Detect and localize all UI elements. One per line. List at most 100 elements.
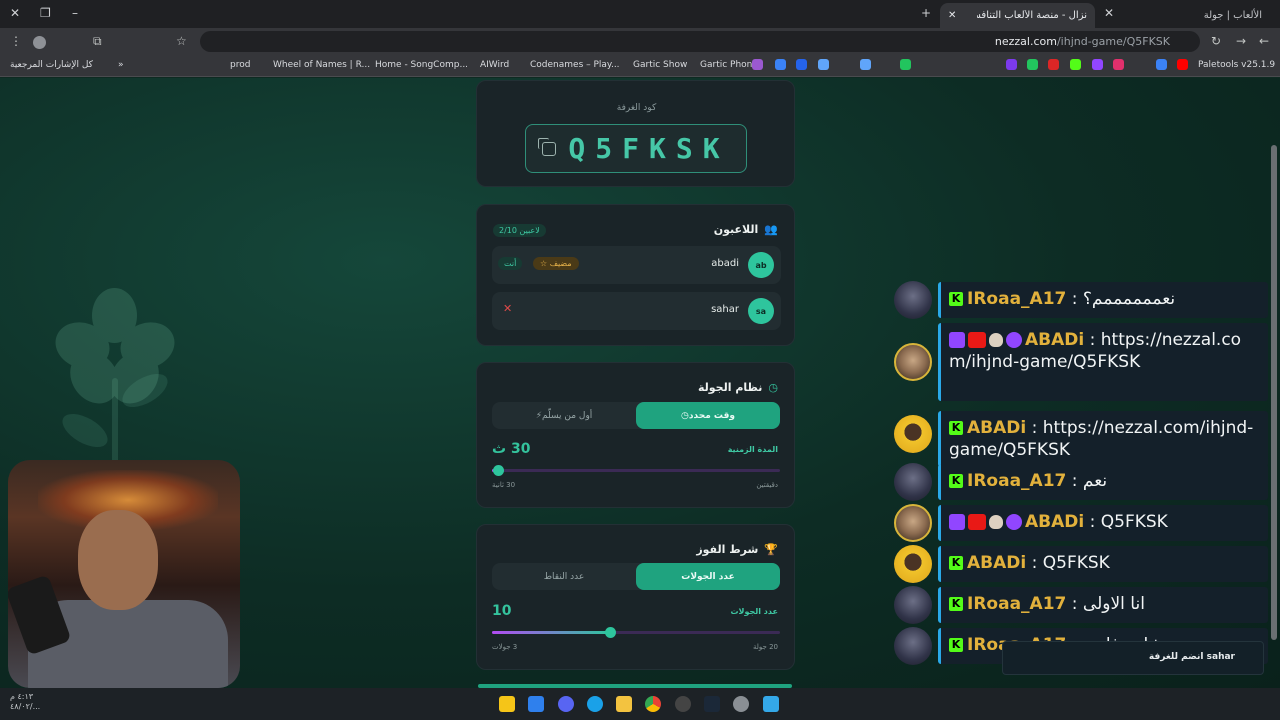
room-code-card: كود الغرفة Q5FKSK xyxy=(476,80,795,187)
duration-value: 30 ث xyxy=(492,441,531,457)
chat-avatar xyxy=(894,281,932,319)
slider-thumb[interactable] xyxy=(492,465,504,476)
settings-icon[interactable] xyxy=(733,696,749,712)
kick-icon: K xyxy=(949,292,963,306)
new-tab-icon[interactable]: + xyxy=(921,6,931,20)
bookmark-icon[interactable] xyxy=(1048,59,1059,70)
chat-bubble: K IRoaa_A17 : انا الاولى xyxy=(938,587,1268,623)
tab-bar: ✕ ❐ – + ✕ نزال - منصة الألعاب التنافسية … xyxy=(0,0,1280,28)
copy-icon[interactable] xyxy=(538,137,557,156)
tab-nezzal[interactable]: ✕ نزال - منصة الألعاب التنافسية الع xyxy=(940,3,1095,28)
bookmark-icon[interactable] xyxy=(818,59,829,70)
youtube-bookmark-icon[interactable] xyxy=(1177,59,1188,70)
rounds-min: 3 جولات xyxy=(492,643,518,651)
bookmark-gartic-phone[interactable]: Gartic Phone xyxy=(700,60,758,70)
bookmark-wheel-of-names[interactable]: Wheel of Names | R... xyxy=(273,60,370,70)
chat-avatar xyxy=(894,415,932,453)
twitch-icon xyxy=(949,514,965,530)
kick-icon: K xyxy=(949,556,963,570)
kick-player-button[interactable]: ✕ xyxy=(503,302,512,315)
chat-avatar xyxy=(894,586,932,624)
clock: ٤:١٣ م ٤٨/٠٢/... xyxy=(10,692,41,711)
room-code-box[interactable]: Q5FKSK xyxy=(525,124,747,173)
join-notification-text: sahar انضم للغرفة xyxy=(1148,652,1235,662)
bookmark-icon[interactable] xyxy=(860,59,871,70)
bookmark-icon[interactable] xyxy=(900,59,911,70)
twitch-bookmark-icon[interactable] xyxy=(1092,59,1103,70)
back-icon[interactable]: ← xyxy=(1259,34,1269,48)
bookmark-icon[interactable] xyxy=(1006,59,1017,70)
win-mode-toggle: عدد الجولات عدد النقاط xyxy=(492,563,780,590)
duration-slider[interactable] xyxy=(492,465,780,476)
bookmark-star-icon[interactable]: ☆ xyxy=(176,34,187,48)
bookmark-gartic-show[interactable]: Gartic Show xyxy=(633,60,687,70)
folder-icon[interactable] xyxy=(616,696,632,712)
chat-username: ABADi xyxy=(967,553,1027,573)
bookmark-icon[interactable] xyxy=(752,59,763,70)
page-scrollbar[interactable] xyxy=(1271,145,1277,640)
restore-window-icon[interactable]: ❐ xyxy=(40,6,51,20)
kick-bookmark-icon[interactable] xyxy=(1070,59,1081,70)
chat-message: ABADi : https://nezzal.com/ihjnd-game/Q5… xyxy=(890,323,1270,401)
players-card: 👥 اللاعبون 2/10 لاعبين ab abadi ☆ مضيف أ… xyxy=(476,204,795,346)
chat-text: Q5FKSK xyxy=(1100,512,1168,532)
chat-avatar xyxy=(894,463,932,501)
room-code: Q5FKSK xyxy=(568,132,730,165)
reload-icon[interactable]: ↻ xyxy=(1211,34,1221,48)
bookmark-aiwird[interactable]: AIWird xyxy=(480,60,509,70)
chat-bubble: K IRoaa_A17 : نعم xyxy=(938,464,1268,500)
avatar: sa xyxy=(748,298,774,324)
address-bar[interactable]: nezzal.com/ihjnd-game/Q5FKSK xyxy=(200,31,1200,52)
clock-icon: ◷ xyxy=(768,381,778,394)
bookmark-icon[interactable] xyxy=(1027,59,1038,70)
bookmark-icon[interactable] xyxy=(1156,59,1167,70)
bookmark-songcomp[interactable]: Home - SongComp... xyxy=(375,60,468,70)
player-name: abadi xyxy=(711,258,739,269)
chat-avatar xyxy=(894,545,932,583)
edge-icon[interactable] xyxy=(587,696,603,712)
bookmark-codenames[interactable]: Codenames – Play... xyxy=(530,60,620,70)
menu-icon[interactable]: ⋮ xyxy=(10,34,22,48)
obs-icon[interactable] xyxy=(675,696,691,712)
chrome-icon[interactable] xyxy=(645,696,661,712)
instagram-bookmark-icon[interactable] xyxy=(1113,59,1124,70)
timed-option[interactable]: ◷ وقت محدد xyxy=(636,402,780,429)
all-bookmarks[interactable]: كل الإشارات المرجعية xyxy=(10,60,93,70)
rounds-max: 20 جولة xyxy=(753,643,778,651)
close-window-icon[interactable]: ✕ xyxy=(10,6,20,20)
bookmark-icon[interactable] xyxy=(775,59,786,70)
extensions-icon[interactable]: ⧉ xyxy=(93,34,102,49)
app-icon[interactable] xyxy=(528,696,544,712)
points-option[interactable]: عدد النقاط xyxy=(492,563,636,590)
chat-bubble: K ABADi : https://nezzal.com/ihjnd-game/Q… xyxy=(938,411,1268,467)
kick-icon: K xyxy=(949,597,963,611)
chat-message: K IRoaa_A17 : نعم xyxy=(890,463,1270,501)
profile-icon[interactable] xyxy=(33,36,46,49)
url-path: /ihjnd-game/Q5FKSK xyxy=(1056,35,1170,48)
slider-thumb[interactable] xyxy=(605,627,617,638)
rounds-slider[interactable] xyxy=(492,627,780,638)
discord-icon[interactable] xyxy=(558,696,574,712)
player-name: sahar xyxy=(711,304,739,315)
bookmark-paletools[interactable]: Paletools v25.1.9 xyxy=(1198,60,1275,70)
steam-icon[interactable] xyxy=(704,696,720,712)
chat-separator: : xyxy=(1066,594,1083,614)
chat-username: IRoaa_A17 xyxy=(967,471,1067,491)
bookmark-icon[interactable] xyxy=(796,59,807,70)
chat-message: K IRoaa_A17 : انا الاولى xyxy=(890,586,1270,624)
bookmark-prod[interactable]: prod xyxy=(230,60,250,70)
minimize-window-icon[interactable]: – xyxy=(72,6,78,20)
rockstar-icon[interactable] xyxy=(499,696,515,712)
more-bookmarks-icon[interactable]: » xyxy=(118,60,124,70)
taskbar xyxy=(0,688,1280,720)
tab-close-icon[interactable]: ✕ xyxy=(948,10,956,21)
rounds-option[interactable]: عدد الجولات xyxy=(636,563,780,590)
forward-icon[interactable]: → xyxy=(1236,34,1246,48)
tab-games[interactable]: الألعاب | جولة xyxy=(1120,3,1270,28)
start-icon[interactable] xyxy=(763,696,779,712)
chat-avatar xyxy=(894,627,932,665)
first-submit-option[interactable]: ⚡ أول من يسلّم xyxy=(492,402,636,429)
chat-text: نعم xyxy=(1082,471,1108,491)
tab-close-icon-2[interactable]: ✕ xyxy=(1104,6,1114,20)
chat-separator: : xyxy=(1066,471,1083,491)
